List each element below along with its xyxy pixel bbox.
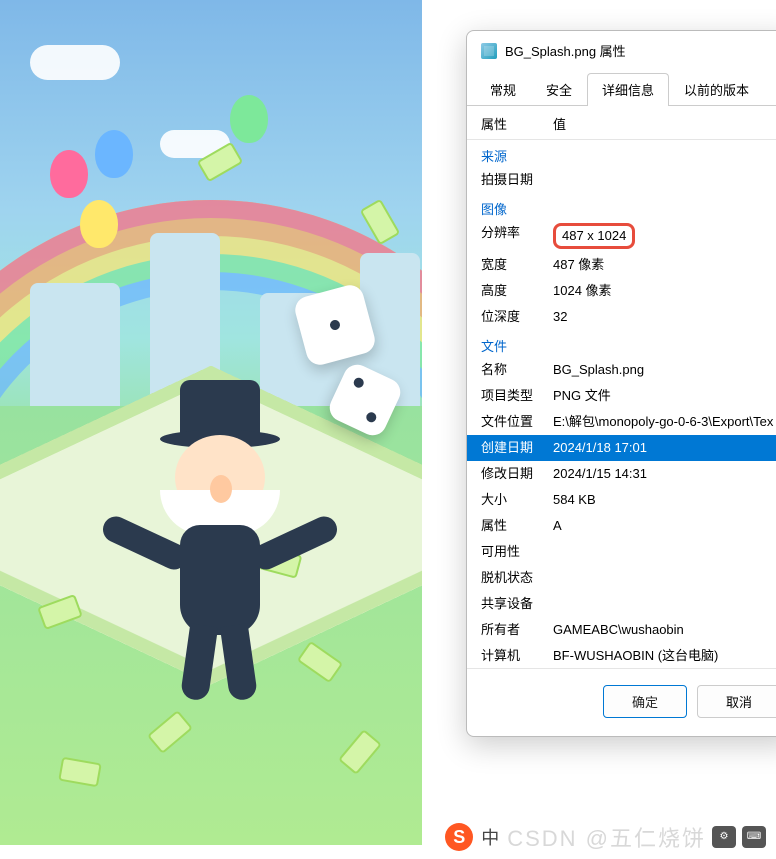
property-row[interactable]: 所有者GAMEABC\wushaobin xyxy=(467,617,776,643)
building-decoration xyxy=(30,283,120,423)
dialog-buttons: 确定 取消 xyxy=(467,668,776,736)
section-title: 来源 xyxy=(467,140,776,167)
sogou-ime-icon[interactable]: S xyxy=(445,823,473,851)
property-value: 32 xyxy=(553,307,776,327)
section-title: 文件 xyxy=(467,330,776,357)
header-property: 属性 xyxy=(481,114,553,133)
dialog-titlebar[interactable]: BG_Splash.png 属性 xyxy=(467,31,776,68)
property-row[interactable]: 名称BG_Splash.png xyxy=(467,357,776,383)
property-row[interactable]: 可用性 xyxy=(467,539,776,565)
property-label: 创建日期 xyxy=(481,438,553,458)
tabs-container: 常规安全详细信息以前的版本 xyxy=(467,72,776,106)
balloon-decoration xyxy=(230,95,268,143)
mr-monopoly-character xyxy=(120,380,320,700)
property-label: 文件位置 xyxy=(481,412,553,432)
property-row[interactable]: 大小584 KB xyxy=(467,487,776,513)
property-row[interactable]: 属性A xyxy=(467,513,776,539)
property-label: 计算机 xyxy=(481,646,553,664)
balloon-decoration xyxy=(95,130,133,178)
property-label: 脱机状态 xyxy=(481,568,553,588)
property-value: 487 像素 xyxy=(553,255,776,275)
property-row[interactable]: 修改日期2024/1/15 14:31 xyxy=(467,461,776,487)
property-label: 项目类型 xyxy=(481,386,553,406)
property-value: BG_Splash.png xyxy=(553,360,776,380)
cloud-decoration xyxy=(30,45,120,80)
property-value: E:\解包\monopoly-go-0-6-3\Export\Tex xyxy=(553,412,776,432)
property-row[interactable]: 位深度32 xyxy=(467,304,776,330)
property-value xyxy=(553,568,776,588)
balloon-decoration xyxy=(50,150,88,198)
property-label: 位深度 xyxy=(481,307,553,327)
property-row[interactable]: 计算机BF-WUSHAOBIN (这台电脑) xyxy=(467,643,776,664)
property-value xyxy=(553,594,776,614)
property-value: 1024 像素 xyxy=(553,281,776,301)
dialog-content: 属性 值 来源拍摄日期图像分辨率487 x 1024宽度487 像素高度1024… xyxy=(467,106,776,664)
property-value: GAMEABC\wushaobin xyxy=(553,620,776,640)
property-value xyxy=(553,170,776,190)
image-preview xyxy=(0,0,422,845)
ime-tool-icon[interactable]: ⌨ xyxy=(742,826,766,848)
property-value: 2024/1/18 17:01 xyxy=(553,438,776,458)
property-label: 高度 xyxy=(481,281,553,301)
property-label: 共享设备 xyxy=(481,594,553,614)
property-row[interactable]: 共享设备 xyxy=(467,591,776,617)
cancel-button[interactable]: 取消 xyxy=(697,685,776,718)
dialog-title: BG_Splash.png 属性 xyxy=(505,41,626,60)
property-label: 大小 xyxy=(481,490,553,510)
balloon-decoration xyxy=(80,200,118,248)
tab-3[interactable]: 以前的版本 xyxy=(669,73,764,106)
csdn-watermark: CSDN @五仁烧饼 xyxy=(507,821,706,853)
property-value: PNG 文件 xyxy=(553,386,776,406)
tab-1[interactable]: 安全 xyxy=(531,73,587,106)
property-value: 2024/1/15 14:31 xyxy=(553,464,776,484)
section-title: 图像 xyxy=(467,193,776,220)
property-label: 属性 xyxy=(481,516,553,536)
property-label: 修改日期 xyxy=(481,464,553,484)
property-label: 宽度 xyxy=(481,255,553,275)
property-row[interactable]: 高度1024 像素 xyxy=(467,278,776,304)
property-header-row: 属性 值 xyxy=(467,106,776,140)
resolution-highlight: 487 x 1024 xyxy=(553,223,635,249)
property-row[interactable]: 脱机状态 xyxy=(467,565,776,591)
property-row[interactable]: 拍摄日期 xyxy=(467,167,776,193)
property-row[interactable]: 分辨率487 x 1024 xyxy=(467,220,776,252)
property-label: 分辨率 xyxy=(481,223,553,249)
tab-0[interactable]: 常规 xyxy=(475,73,531,106)
property-row[interactable]: 创建日期2024/1/18 17:01 xyxy=(467,435,776,461)
property-label: 可用性 xyxy=(481,542,553,562)
ime-taskbar: S 中 CSDN @五仁烧饼 ⚙ ⌨ xyxy=(445,821,766,853)
property-row[interactable]: 文件位置E:\解包\monopoly-go-0-6-3\Export\Tex xyxy=(467,409,776,435)
property-row[interactable]: 宽度487 像素 xyxy=(467,252,776,278)
property-label: 所有者 xyxy=(481,620,553,640)
ime-language-indicator[interactable]: 中 xyxy=(479,824,501,850)
property-label: 拍摄日期 xyxy=(481,170,553,190)
tab-2[interactable]: 详细信息 xyxy=(587,73,669,106)
property-value: BF-WUSHAOBIN (这台电脑) xyxy=(553,646,776,664)
property-row[interactable]: 项目类型PNG 文件 xyxy=(467,383,776,409)
header-value: 值 xyxy=(553,114,566,133)
property-label: 名称 xyxy=(481,360,553,380)
property-value: A xyxy=(553,516,776,536)
property-value: 584 KB xyxy=(553,490,776,510)
property-value xyxy=(553,542,776,562)
properties-dialog: BG_Splash.png 属性 常规安全详细信息以前的版本 属性 值 来源拍摄… xyxy=(466,30,776,737)
image-file-icon xyxy=(481,43,497,59)
property-value: 487 x 1024 xyxy=(553,223,776,249)
ime-tool-icon[interactable]: ⚙ xyxy=(712,826,736,848)
ok-button[interactable]: 确定 xyxy=(603,685,687,718)
